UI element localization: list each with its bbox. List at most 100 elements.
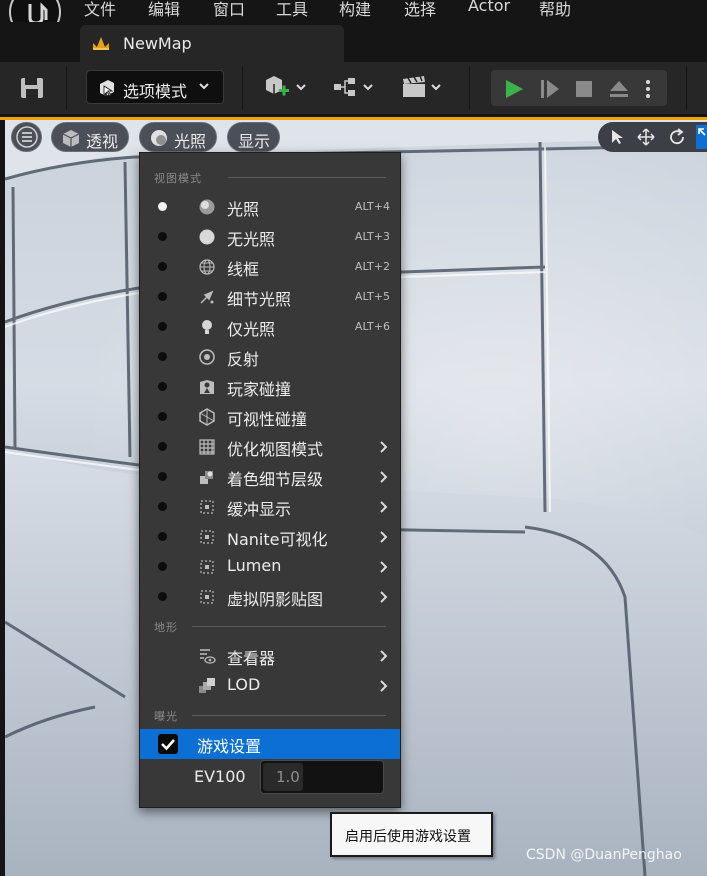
section-header-view-mode: 视图模式 — [154, 172, 202, 185]
radio-unselected — [158, 442, 167, 451]
menu-item-reflections[interactable]: 反射 — [140, 342, 400, 372]
selection-mode-label: 选项模式 — [123, 82, 188, 101]
add-actor-icon[interactable] — [262, 72, 312, 104]
unlit-sphere-icon — [199, 229, 215, 245]
menu-item-landscape-visualizer[interactable]: 查看器 — [140, 641, 400, 671]
menu-item-lod-coloration[interactable]: 着色细节层级 — [140, 462, 400, 492]
tooltip: 启用后使用游戏设置 — [330, 812, 493, 857]
menu-edit[interactable]: 编辑 — [148, 0, 180, 20]
lit-sphere-icon — [151, 130, 167, 146]
ev100-value: 1.0 — [276, 768, 300, 786]
viewport-options-button[interactable] — [11, 122, 42, 152]
save-icon[interactable] — [18, 75, 46, 101]
menu-item-virtual-shadow-map[interactable]: 虚拟阴影贴图 — [140, 582, 400, 612]
chevron-down-icon — [199, 83, 209, 90]
radio-unselected — [158, 592, 167, 601]
toolbar-separator — [469, 66, 470, 110]
menu-item-label: 仅光照 — [227, 320, 276, 339]
advance-frame-icon[interactable] — [539, 78, 561, 100]
tooltip-text: 启用后使用游戏设置 — [345, 829, 471, 845]
menu-item-buffer-visualization[interactable]: 缓冲显示 — [140, 492, 400, 522]
radio-unselected — [158, 352, 167, 361]
scale-icon[interactable] — [696, 125, 707, 149]
menu-item-lumen[interactable]: Lumen — [140, 552, 400, 582]
transform-tools — [598, 122, 707, 152]
menu-item-label: 玩家碰撞 — [227, 380, 292, 399]
selection-mode-dropdown[interactable]: 选项模式 — [86, 70, 224, 104]
menu-actor[interactable]: Actor — [468, 0, 510, 15]
menu-file[interactable]: 文件 — [84, 0, 116, 20]
reflection-icon — [199, 349, 215, 365]
tab-newmap[interactable]: NewMap — [80, 25, 344, 62]
visibility-collision-icon — [199, 408, 215, 426]
menu-window[interactable]: 窗口 — [213, 0, 245, 20]
ev100-input[interactable]: 1.0 — [260, 760, 384, 794]
show-flags-button[interactable]: 显示 — [227, 122, 280, 152]
view-mode-lighting-button[interactable]: 光照 — [139, 122, 217, 152]
menu-item-label: 缓冲显示 — [227, 500, 292, 519]
lod-coloration-icon — [200, 471, 213, 484]
viewport-active-border — [0, 117, 707, 120]
game-settings-checkbox-row[interactable]: 游戏设置 — [140, 729, 400, 759]
menu-build[interactable]: 构建 — [339, 0, 371, 20]
menu-item-label: 细节光照 — [227, 290, 292, 309]
radio-unselected — [158, 532, 167, 541]
lightbulb-icon — [202, 320, 212, 334]
menu-item-lit[interactable]: 光照 ALT+4 — [140, 192, 400, 222]
move-icon[interactable] — [637, 128, 655, 146]
menu-item-label: 虚拟阴影贴图 — [227, 590, 324, 609]
radio-unselected — [158, 412, 167, 421]
menu-help[interactable]: 帮助 — [539, 0, 571, 20]
menu-item-label: 查看器 — [227, 649, 276, 668]
visualizer-icon — [200, 649, 216, 664]
ev100-label: EV100 — [194, 767, 246, 786]
menu-item-lighting-only[interactable]: 仅光照 ALT+6 — [140, 312, 400, 342]
game-settings-label: 游戏设置 — [197, 737, 262, 756]
menu-tools[interactable]: 工具 — [276, 0, 308, 20]
stop-icon[interactable] — [573, 78, 595, 100]
section-divider — [192, 626, 386, 627]
game-settings-checkbox[interactable] — [158, 734, 178, 754]
player-collision-icon — [200, 380, 214, 394]
menu-item-landscape-lod[interactable]: LOD — [140, 671, 400, 701]
play-icon[interactable] — [503, 78, 525, 100]
menu-item-label: LOD — [227, 675, 261, 694]
rotate-icon[interactable] — [668, 128, 686, 146]
radio-unselected — [158, 262, 167, 271]
radio-unselected — [158, 292, 167, 301]
shortcut-label: ALT+4 — [354, 200, 390, 213]
menu-item-player-collision[interactable]: 玩家碰撞 — [140, 372, 400, 402]
menu-item-unlit[interactable]: 无光照 ALT+3 — [140, 222, 400, 252]
menu-item-nanite-visualization[interactable]: Nanite可视化 — [140, 522, 400, 552]
lighting-label: 光照 — [174, 132, 207, 151]
select-cursor-icon[interactable] — [608, 128, 626, 146]
chevron-right-icon — [380, 650, 388, 662]
menu-item-visibility-collision[interactable]: 可视性碰撞 — [140, 402, 400, 432]
level-map-icon — [93, 37, 109, 50]
more-options-icon[interactable] — [643, 78, 653, 100]
section-header-exposure: 曝光 — [154, 710, 178, 723]
toolbar-separator — [66, 66, 67, 110]
menu-select[interactable]: 选择 — [404, 0, 436, 20]
chevron-right-icon — [380, 561, 388, 573]
eject-icon[interactable] — [608, 78, 630, 100]
lumen-icon — [200, 560, 214, 574]
menu-item-label: Nanite可视化 — [227, 530, 328, 549]
view-mode-menu: 视图模式 光照 ALT+4 无光照 ALT+3 线框 ALT+2 细节光照 AL… — [139, 152, 401, 808]
menu-item-wireframe[interactable]: 线框 ALT+2 — [140, 252, 400, 282]
perspective-cube-icon — [62, 130, 80, 147]
document-tab-row: NewMap — [0, 22, 707, 62]
radio-unselected — [158, 472, 167, 481]
blueprint-icon[interactable] — [330, 72, 380, 104]
chevron-right-icon — [380, 531, 388, 543]
lit-sphere-icon — [199, 199, 215, 215]
menu-item-label: 无光照 — [227, 230, 276, 249]
lod-icon — [199, 678, 215, 693]
menu-item-detail-lighting[interactable]: 细节光照 ALT+5 — [140, 282, 400, 312]
perspective-view-button[interactable]: 透视 — [51, 122, 129, 152]
cinematics-icon[interactable] — [400, 72, 450, 104]
chevron-right-icon — [380, 501, 388, 513]
menu-item-optimization-viewmodes[interactable]: 优化视图模式 — [140, 432, 400, 462]
radio-unselected — [158, 322, 167, 331]
menu-item-label: Lumen — [227, 556, 282, 575]
